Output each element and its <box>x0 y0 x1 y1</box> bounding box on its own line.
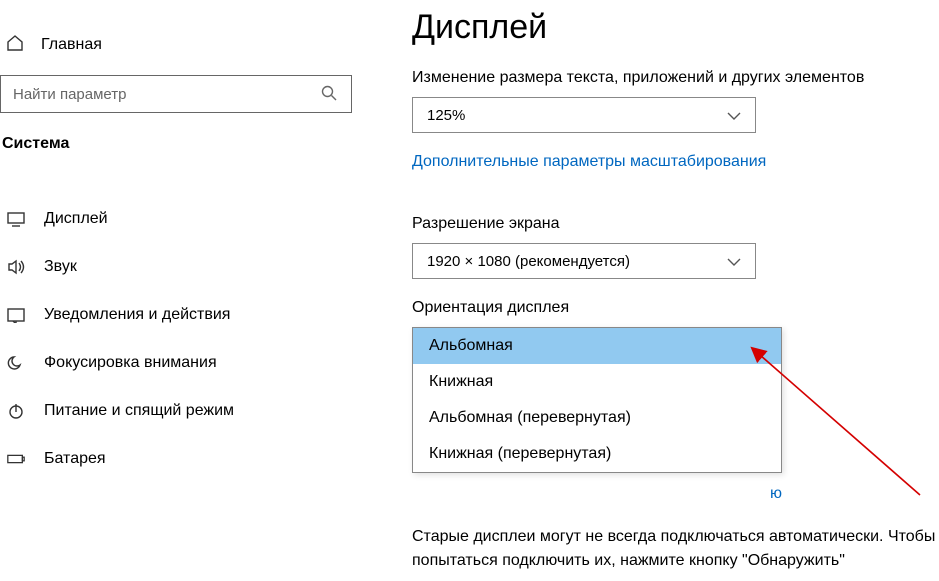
resolution-label: Разрешение экрана <box>412 215 937 233</box>
sidebar-item-display[interactable]: Дисплей <box>0 195 375 243</box>
sidebar-item-label: Фокусировка внимания <box>44 354 217 372</box>
orientation-option-portrait[interactable]: Книжная <box>413 364 781 400</box>
orientation-listbox: Альбомная Книжная Альбомная (перевернута… <box>412 327 782 473</box>
monitor-icon <box>6 209 26 229</box>
search-icon <box>320 84 338 106</box>
notifications-icon <box>6 305 26 325</box>
sidebar-item-focus[interactable]: Фокусировка внимания <box>0 339 375 387</box>
section-title: Система <box>0 135 375 165</box>
sidebar-item-power[interactable]: Питание и спящий режим <box>0 387 375 435</box>
sidebar-item-battery[interactable]: Батарея <box>0 435 375 483</box>
home-icon <box>5 33 25 57</box>
resolution-dropdown[interactable]: 1920 × 1080 (рекомендуется) <box>412 243 756 279</box>
orientation-option-landscape-flipped[interactable]: Альбомная (перевернутая) <box>413 400 781 436</box>
battery-icon <box>6 449 26 469</box>
scale-advanced-link[interactable]: Дополнительные параметры масштабирования <box>412 153 766 171</box>
sidebar-item-label: Дисплей <box>44 210 108 228</box>
power-icon <box>6 401 26 421</box>
orientation-dropdown-open: Альбомная Книжная Альбомная (перевернута… <box>412 327 782 503</box>
scale-dropdown[interactable]: 125% <box>412 97 756 133</box>
nav-list: Дисплей Звук Уведомления и действия <box>0 195 375 483</box>
chevron-down-icon <box>727 253 741 270</box>
home-link[interactable]: Главная <box>0 25 375 75</box>
sidebar-item-notifications[interactable]: Уведомления и действия <box>0 291 375 339</box>
old-displays-text: Старые дисплеи могут не всегда подключат… <box>412 525 937 573</box>
connect-link-tail[interactable]: ю <box>412 485 782 503</box>
chevron-down-icon <box>727 107 741 124</box>
sidebar-item-label: Звук <box>44 258 77 276</box>
search-box[interactable] <box>0 75 352 113</box>
orientation-label: Ориентация дисплея <box>412 299 937 317</box>
orientation-option-portrait-flipped[interactable]: Книжная (перевернутая) <box>413 436 781 472</box>
orientation-option-landscape[interactable]: Альбомная <box>413 328 781 364</box>
sidebar-item-sound[interactable]: Звук <box>0 243 375 291</box>
scale-value: 125% <box>427 107 465 124</box>
resolution-value: 1920 × 1080 (рекомендуется) <box>427 253 630 270</box>
sidebar-item-label: Уведомления и действия <box>44 306 230 324</box>
settings-sidebar: Главная Система Дисплей <box>0 0 375 581</box>
sidebar-item-label: Питание и спящий режим <box>44 402 234 420</box>
sidebar-item-label: Батарея <box>44 450 106 468</box>
scale-label: Изменение размера текста, приложений и д… <box>412 69 937 87</box>
home-label: Главная <box>41 36 102 54</box>
page-title: Дисплей <box>412 8 937 47</box>
search-input[interactable] <box>0 75 352 113</box>
main-panel: Дисплей Изменение размера текста, прилож… <box>412 8 937 573</box>
sound-icon <box>6 257 26 277</box>
focus-icon <box>6 353 26 373</box>
